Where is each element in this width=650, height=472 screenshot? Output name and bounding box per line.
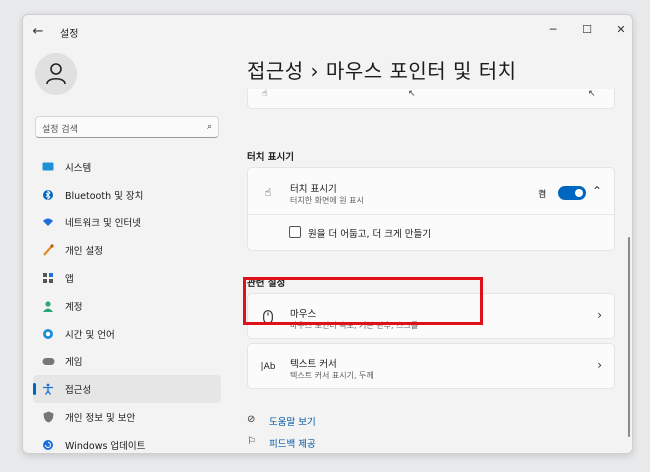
sidebar-item-personalization[interactable]: 개인 설정 — [33, 236, 221, 264]
display-icon — [41, 160, 55, 174]
content-pane: ☝ ↖ ↖ 터치 표시기 ☝ 터치 표시기 터치한 화면에 원 표시 켬 ⌃ 원… — [247, 89, 617, 453]
sidebar-item-label: 시간 및 언어 — [65, 329, 115, 341]
text-cursor-subtitle: 텍스트 커서 표시기, 두께 — [290, 371, 374, 380]
feedback-icon: ⚐ — [247, 436, 256, 447]
touch-indicator-title: 터치 표시기 — [290, 184, 337, 195]
touch-indicator-subtitle: 터치한 화면에 원 표시 — [290, 196, 364, 205]
text-cursor-settings-link[interactable]: |Ab 텍스트 커서 텍스트 커서 표시기, 두께 › — [247, 343, 615, 389]
section-label-touch: 터치 표시기 — [247, 152, 295, 163]
bluetooth-icon — [41, 188, 55, 202]
title-bar: ← 설정 ─ ☐ ✕ — [23, 15, 632, 49]
update-icon — [41, 438, 55, 452]
sidebar-item-label: 네트워크 및 인터넷 — [65, 218, 141, 230]
help-link[interactable]: 도움말 보기 — [269, 414, 316, 428]
pointer-icon: ☝ — [262, 89, 268, 99]
sidebar-item-label: 접근성 — [65, 385, 92, 397]
touch-indicator-toggle[interactable] — [558, 186, 586, 200]
close-button[interactable]: ✕ — [607, 19, 632, 41]
gamepad-icon — [41, 354, 55, 368]
search-icon[interactable]: ⌕ — [207, 122, 212, 132]
sidebar-item-bluetooth[interactable]: Bluetooth 및 장치 — [33, 181, 221, 209]
divider — [248, 214, 614, 215]
sidebar-item-network[interactable]: 네트워크 및 인터넷 — [33, 209, 221, 237]
chevron-up-icon[interactable]: ⌃ — [592, 184, 602, 198]
sidebar-item-system[interactable]: 시스템 — [33, 153, 221, 181]
brush-icon — [41, 243, 55, 257]
scrollbar[interactable] — [628, 237, 630, 437]
touch-icon: ☝ — [264, 185, 272, 199]
app-title: 설정 — [60, 29, 79, 40]
sidebar-item-gaming[interactable]: 게임 — [33, 348, 221, 376]
sidebar-item-time-language[interactable]: 시간 및 언어 — [33, 320, 221, 348]
pointer-size-card: ☝ ↖ ↖ — [247, 89, 615, 109]
pointer-icon: ↖ — [588, 89, 596, 99]
shield-icon — [41, 410, 55, 424]
maximize-button[interactable]: ☐ — [573, 19, 601, 41]
sidebar-item-label: Windows 업데이트 — [65, 440, 146, 452]
globe-clock-icon — [41, 327, 55, 341]
darker-larger-checkbox[interactable] — [289, 226, 301, 238]
toggle-state-label: 켬 — [538, 190, 547, 200]
page-title: 접근성 › 마우스 포인터 및 터치 — [247, 59, 517, 83]
avatar[interactable] — [35, 53, 77, 95]
sidebar-nav: 시스템 Bluetooth 및 장치 네트워크 및 인터넷 개인 설정 앱 계정… — [33, 153, 221, 453]
back-button[interactable]: ← — [29, 23, 47, 41]
toggle-knob — [575, 189, 583, 197]
sidebar-item-label: Bluetooth 및 장치 — [65, 190, 144, 202]
sidebar-item-label: 개인 정보 및 보안 — [65, 413, 136, 425]
pointer-icon: ↖ — [408, 89, 416, 99]
chevron-right-icon: › — [597, 358, 602, 372]
chevron-right-icon: › — [597, 308, 602, 322]
person-icon — [41, 299, 55, 313]
search-input[interactable]: 설정 검색 ⌕ — [35, 116, 219, 138]
checkbox-label: 원을 더 어둡고, 더 크게 만들기 — [308, 229, 431, 240]
touch-indicator-card: ☝ 터치 표시기 터치한 화면에 원 표시 켬 ⌃ 원을 더 어둡고, 더 크게… — [247, 167, 615, 251]
search-placeholder: 설정 검색 — [42, 125, 78, 135]
sidebar-item-accounts[interactable]: 계정 — [33, 292, 221, 320]
sidebar-item-label: 개인 설정 — [65, 246, 103, 258]
wifi-icon — [41, 215, 55, 229]
sidebar-item-label: 게임 — [65, 357, 83, 369]
sidebar-item-label: 앱 — [65, 274, 74, 286]
accessibility-icon — [41, 382, 55, 396]
person-icon — [46, 63, 66, 85]
settings-window: ← 설정 ─ ☐ ✕ 설정 검색 ⌕ 시스템 Bluetooth 및 장치 네트… — [22, 14, 633, 454]
help-icon: ⊘ — [247, 414, 256, 425]
feedback-link[interactable]: 피드백 제공 — [269, 436, 316, 450]
sidebar-item-windows-update[interactable]: Windows 업데이트 — [33, 431, 221, 453]
sidebar-item-privacy[interactable]: 개인 정보 및 보안 — [33, 403, 221, 431]
sidebar-item-accessibility[interactable]: 접근성 — [33, 375, 221, 404]
minimize-button[interactable]: ─ — [539, 19, 567, 41]
apps-icon — [41, 271, 55, 285]
highlight-box — [243, 277, 483, 325]
text-cursor-icon: |Ab — [260, 362, 276, 372]
sidebar-item-label: 시스템 — [65, 162, 92, 174]
sidebar-item-apps[interactable]: 앱 — [33, 264, 221, 292]
sidebar-item-label: 계정 — [65, 301, 83, 313]
text-cursor-title: 텍스트 커서 — [290, 359, 337, 370]
